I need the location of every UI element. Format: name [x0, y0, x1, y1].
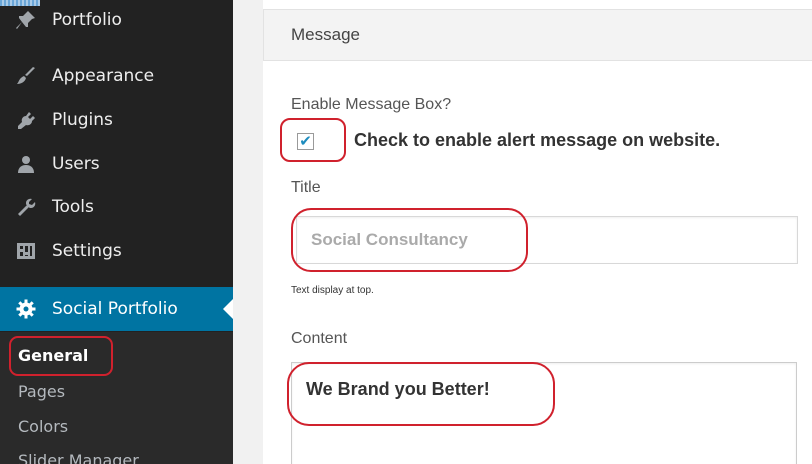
sliders-icon [15, 240, 37, 262]
annotation-title-highlight [291, 208, 528, 272]
plug-icon [15, 109, 37, 131]
title-description: Text display at top. [291, 285, 374, 296]
submenu-item-slider-manager[interactable]: Slider Manager [18, 451, 139, 464]
checkbox-description: Check to enable alert message on website… [354, 130, 721, 150]
sidebar-item-tools[interactable]: Tools [0, 187, 233, 227]
sidebar-item-label: Social Portfolio [52, 299, 178, 319]
annotation-general-highlight [9, 336, 113, 376]
submenu-item-colors[interactable]: Colors [18, 417, 68, 436]
sidebar-item-label: Plugins [52, 110, 113, 130]
sidebar-item-label: Users [52, 154, 100, 174]
content-label: Content [291, 330, 348, 347]
title-label: Title [291, 179, 321, 196]
annotation-checkbox-highlight [280, 118, 346, 162]
enable-message-label: Enable Message Box? [291, 96, 452, 113]
paintbrush-icon [15, 65, 37, 87]
section-title: Message [291, 25, 360, 44]
current-menu-arrow [223, 299, 233, 319]
pin-icon [15, 9, 37, 31]
sidebar-item-label: Settings [52, 241, 122, 261]
section-header: Message [263, 9, 812, 61]
sidebar-item-label: Tools [52, 197, 94, 217]
sidebar-item-portfolio[interactable]: Portfolio [0, 0, 233, 40]
sidebar-item-label: Appearance [52, 66, 155, 86]
sidebar-item-settings[interactable]: Settings [0, 231, 233, 271]
wrench-icon [15, 196, 37, 218]
admin-sidebar: Portfolio Appearance Plugins Users Tools [0, 0, 233, 464]
gear-icon [15, 298, 37, 320]
sidebar-item-social-portfolio[interactable]: Social Portfolio [0, 287, 233, 331]
sidebar-item-users[interactable]: Users [0, 144, 233, 184]
panel-gutter [233, 0, 263, 464]
wp-admin-screen: Portfolio Appearance Plugins Users Tools [0, 0, 812, 464]
sidebar-item-appearance[interactable]: Appearance [0, 56, 233, 96]
annotation-content-highlight [287, 362, 555, 426]
submenu-item-pages[interactable]: Pages [18, 382, 65, 401]
sidebar-item-plugins[interactable]: Plugins [0, 100, 233, 140]
sidebar-item-label: Portfolio [52, 10, 122, 30]
user-icon [15, 153, 37, 175]
